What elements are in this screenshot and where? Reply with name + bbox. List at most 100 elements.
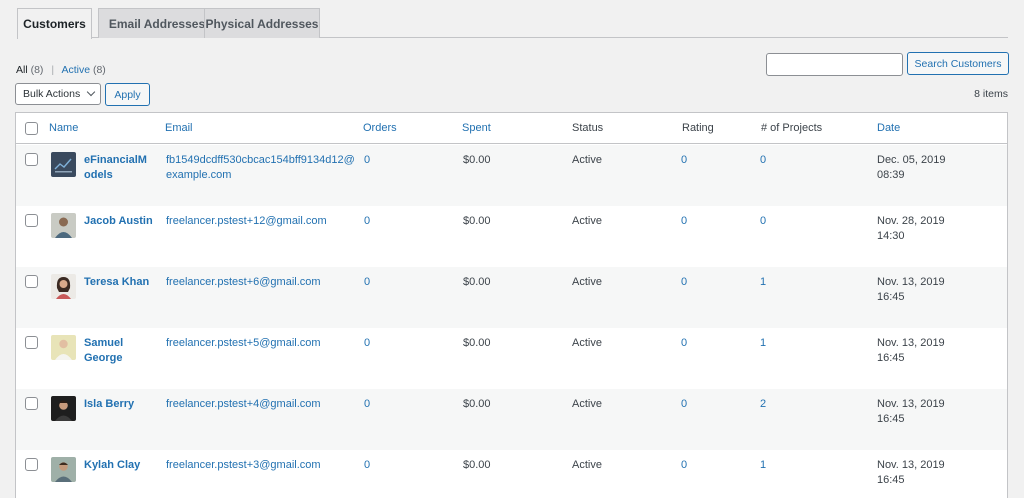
customer-email-link[interactable]: fb1549dcdff530cbcac154bff9134d12@ exampl…	[166, 153, 355, 183]
row-checkbox[interactable]	[25, 153, 38, 166]
status-value: Active	[572, 459, 602, 471]
spent-value: $0.00	[463, 398, 491, 410]
orders-link[interactable]: 0	[364, 458, 370, 473]
date-value: Nov. 13, 2019 16:45	[877, 336, 967, 366]
tab-physical-addresses[interactable]: Physical Addresses	[204, 8, 320, 38]
customer-name-link[interactable]: Isla Berry	[84, 397, 156, 412]
orders-link[interactable]: 0	[364, 214, 370, 229]
projects-link[interactable]: 1	[760, 275, 766, 290]
orders-link[interactable]: 0	[364, 153, 370, 168]
column-orders[interactable]: Orders	[363, 122, 397, 134]
date-value: Nov. 13, 2019 16:45	[877, 275, 967, 305]
spent-value: $0.00	[463, 215, 491, 227]
column-email[interactable]: Email	[165, 122, 193, 134]
row-checkbox[interactable]	[25, 336, 38, 349]
view-separator: |	[51, 64, 55, 76]
projects-link[interactable]: 1	[760, 458, 766, 473]
customer-name-link[interactable]: Teresa Khan	[84, 275, 156, 290]
tab-email-addresses[interactable]: Email Addresses	[98, 8, 216, 38]
apply-button[interactable]: Apply	[105, 83, 150, 106]
date-time: 16:45	[877, 291, 905, 303]
date-day: Nov. 13, 2019	[877, 337, 945, 349]
table-row: Isla Berry freelancer.pstest+4@gmail.com…	[16, 389, 1007, 450]
table-header: Name Email Orders Spent Status Rating # …	[16, 113, 1007, 144]
row-checkbox[interactable]	[25, 458, 38, 471]
table-row: eFinancialM odels fb1549dcdff530cbcac154…	[16, 145, 1007, 206]
spent-value: $0.00	[463, 276, 491, 288]
row-checkbox[interactable]	[25, 275, 38, 288]
spent-value: $0.00	[463, 459, 491, 471]
rating-link[interactable]: 0	[681, 397, 687, 412]
column-date[interactable]: Date	[877, 122, 900, 134]
projects-link[interactable]: 1	[760, 336, 766, 351]
bulk-actions-label: Bulk Actions	[23, 88, 81, 100]
orders-link[interactable]: 0	[364, 397, 370, 412]
row-checkbox[interactable]	[25, 214, 38, 227]
rating-link[interactable]: 0	[681, 275, 687, 290]
row-checkbox[interactable]	[25, 397, 38, 410]
date-day: Nov. 13, 2019	[877, 459, 945, 471]
customer-name-link[interactable]: Kylah Clay	[84, 458, 156, 473]
projects-link[interactable]: 0	[760, 214, 766, 229]
status-value: Active	[572, 337, 602, 349]
column-spent[interactable]: Spent	[462, 122, 491, 134]
status-value: Active	[572, 154, 602, 166]
view-all-link[interactable]: All	[16, 64, 28, 76]
orders-link[interactable]: 0	[364, 275, 370, 290]
spent-value: $0.00	[463, 154, 491, 166]
table-row: Teresa Khan freelancer.pstest+6@gmail.co…	[16, 267, 1007, 328]
date-day: Nov. 13, 2019	[877, 276, 945, 288]
date-day: Nov. 13, 2019	[877, 398, 945, 410]
tab-customers[interactable]: Customers	[17, 8, 92, 39]
table-row: Jacob Austin freelancer.pstest+12@gmail.…	[16, 206, 1007, 267]
customer-email-link[interactable]: freelancer.pstest+12@gmail.com	[166, 214, 351, 229]
projects-link[interactable]: 2	[760, 397, 766, 412]
status-value: Active	[572, 276, 602, 288]
rating-link[interactable]: 0	[681, 458, 687, 473]
user-photo-avatar	[51, 335, 76, 360]
date-value: Nov. 13, 2019 16:45	[877, 397, 967, 427]
date-value: Nov. 28, 2019 14:30	[877, 214, 967, 244]
date-day: Nov. 28, 2019	[877, 215, 945, 227]
customer-email-link[interactable]: freelancer.pstest+3@gmail.com	[166, 458, 351, 473]
efinancial-logo-avatar	[51, 152, 76, 177]
tab-bar: Customers Email Addresses Physical Addre…	[17, 8, 1008, 39]
table-row: Kylah Clay freelancer.pstest+3@gmail.com…	[16, 450, 1007, 498]
select-all-checkbox[interactable]	[25, 122, 38, 135]
customer-name-link[interactable]: eFinancialM odels	[84, 153, 156, 183]
customer-name-link[interactable]: Jacob Austin	[84, 214, 156, 229]
date-day: Dec. 05, 2019	[877, 154, 946, 166]
user-photo-avatar	[51, 457, 76, 482]
customer-name-link[interactable]: Samuel George	[84, 336, 156, 366]
date-time: 16:45	[877, 474, 905, 486]
rating-link[interactable]: 0	[681, 153, 687, 168]
user-photo-avatar	[51, 396, 76, 421]
customer-email-link[interactable]: freelancer.pstest+4@gmail.com	[166, 397, 351, 412]
column-name[interactable]: Name	[49, 122, 78, 134]
projects-link[interactable]: 0	[760, 153, 766, 168]
status-value: Active	[572, 215, 602, 227]
customer-email-link[interactable]: freelancer.pstest+6@gmail.com	[166, 275, 351, 290]
view-active-count: (8)	[92, 64, 106, 76]
user-photo-avatar	[51, 213, 76, 238]
date-time: 08:39	[877, 169, 905, 181]
bulk-actions-select[interactable]: Bulk Actions	[15, 83, 101, 105]
date-value: Nov. 13, 2019 16:45	[877, 458, 967, 488]
search-input[interactable]	[766, 53, 903, 76]
rating-link[interactable]: 0	[681, 214, 687, 229]
items-count: 8 items	[974, 88, 1008, 100]
date-time: 16:45	[877, 413, 905, 425]
search-customers-button[interactable]: Search Customers	[907, 52, 1009, 75]
orders-link[interactable]: 0	[364, 336, 370, 351]
view-filters: All (8) | Active (8)	[16, 64, 106, 76]
column-rating: Rating	[682, 122, 714, 134]
view-active-link[interactable]: Active	[61, 64, 90, 76]
rating-link[interactable]: 0	[681, 336, 687, 351]
date-value: Dec. 05, 2019 08:39	[877, 153, 967, 183]
customer-email-link[interactable]: freelancer.pstest+5@gmail.com	[166, 336, 351, 351]
view-all-count: (8)	[30, 64, 44, 76]
user-photo-avatar	[51, 274, 76, 299]
customers-table: Name Email Orders Spent Status Rating # …	[15, 112, 1008, 498]
spent-value: $0.00	[463, 337, 491, 349]
date-time: 16:45	[877, 352, 905, 364]
